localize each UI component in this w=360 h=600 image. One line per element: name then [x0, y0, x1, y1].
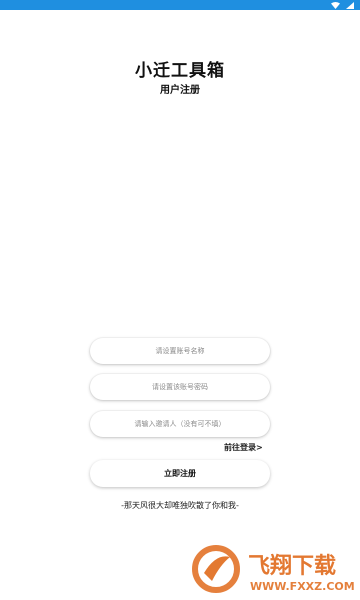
- app-title: 小迁工具箱: [135, 61, 225, 81]
- watermark-brand: 飞翔下载: [248, 553, 336, 579]
- fxxz-watermark-logo: 飞翔下载 WWW.FXXZ.COM: [192, 545, 355, 593]
- username-input[interactable]: [98, 346, 262, 356]
- footer-quote: -那天风很大却唯独吹散了你和我-: [121, 501, 239, 510]
- status-bar: [0, 0, 360, 10]
- go-to-login-link[interactable]: 前往登录>: [224, 442, 263, 453]
- page-subtitle: 用户注册: [160, 85, 200, 96]
- invite-input[interactable]: [98, 419, 262, 429]
- watermark-url: WWW.FXXZ.COM: [250, 580, 355, 593]
- register-screen: 小迁工具箱 用户注册 前往登录> 立即注册 -那天风很大却唯独吹散了你和我- 飞…: [0, 0, 360, 600]
- password-field[interactable]: [90, 374, 270, 400]
- username-field[interactable]: [90, 338, 270, 364]
- password-input[interactable]: [98, 382, 262, 392]
- wifi-icon: [331, 1, 340, 9]
- invite-field[interactable]: [90, 411, 270, 437]
- signal-icon: [346, 1, 354, 9]
- register-button[interactable]: 立即注册: [90, 460, 270, 487]
- watermark-emblem: [192, 545, 240, 593]
- status-icons: [331, 1, 354, 9]
